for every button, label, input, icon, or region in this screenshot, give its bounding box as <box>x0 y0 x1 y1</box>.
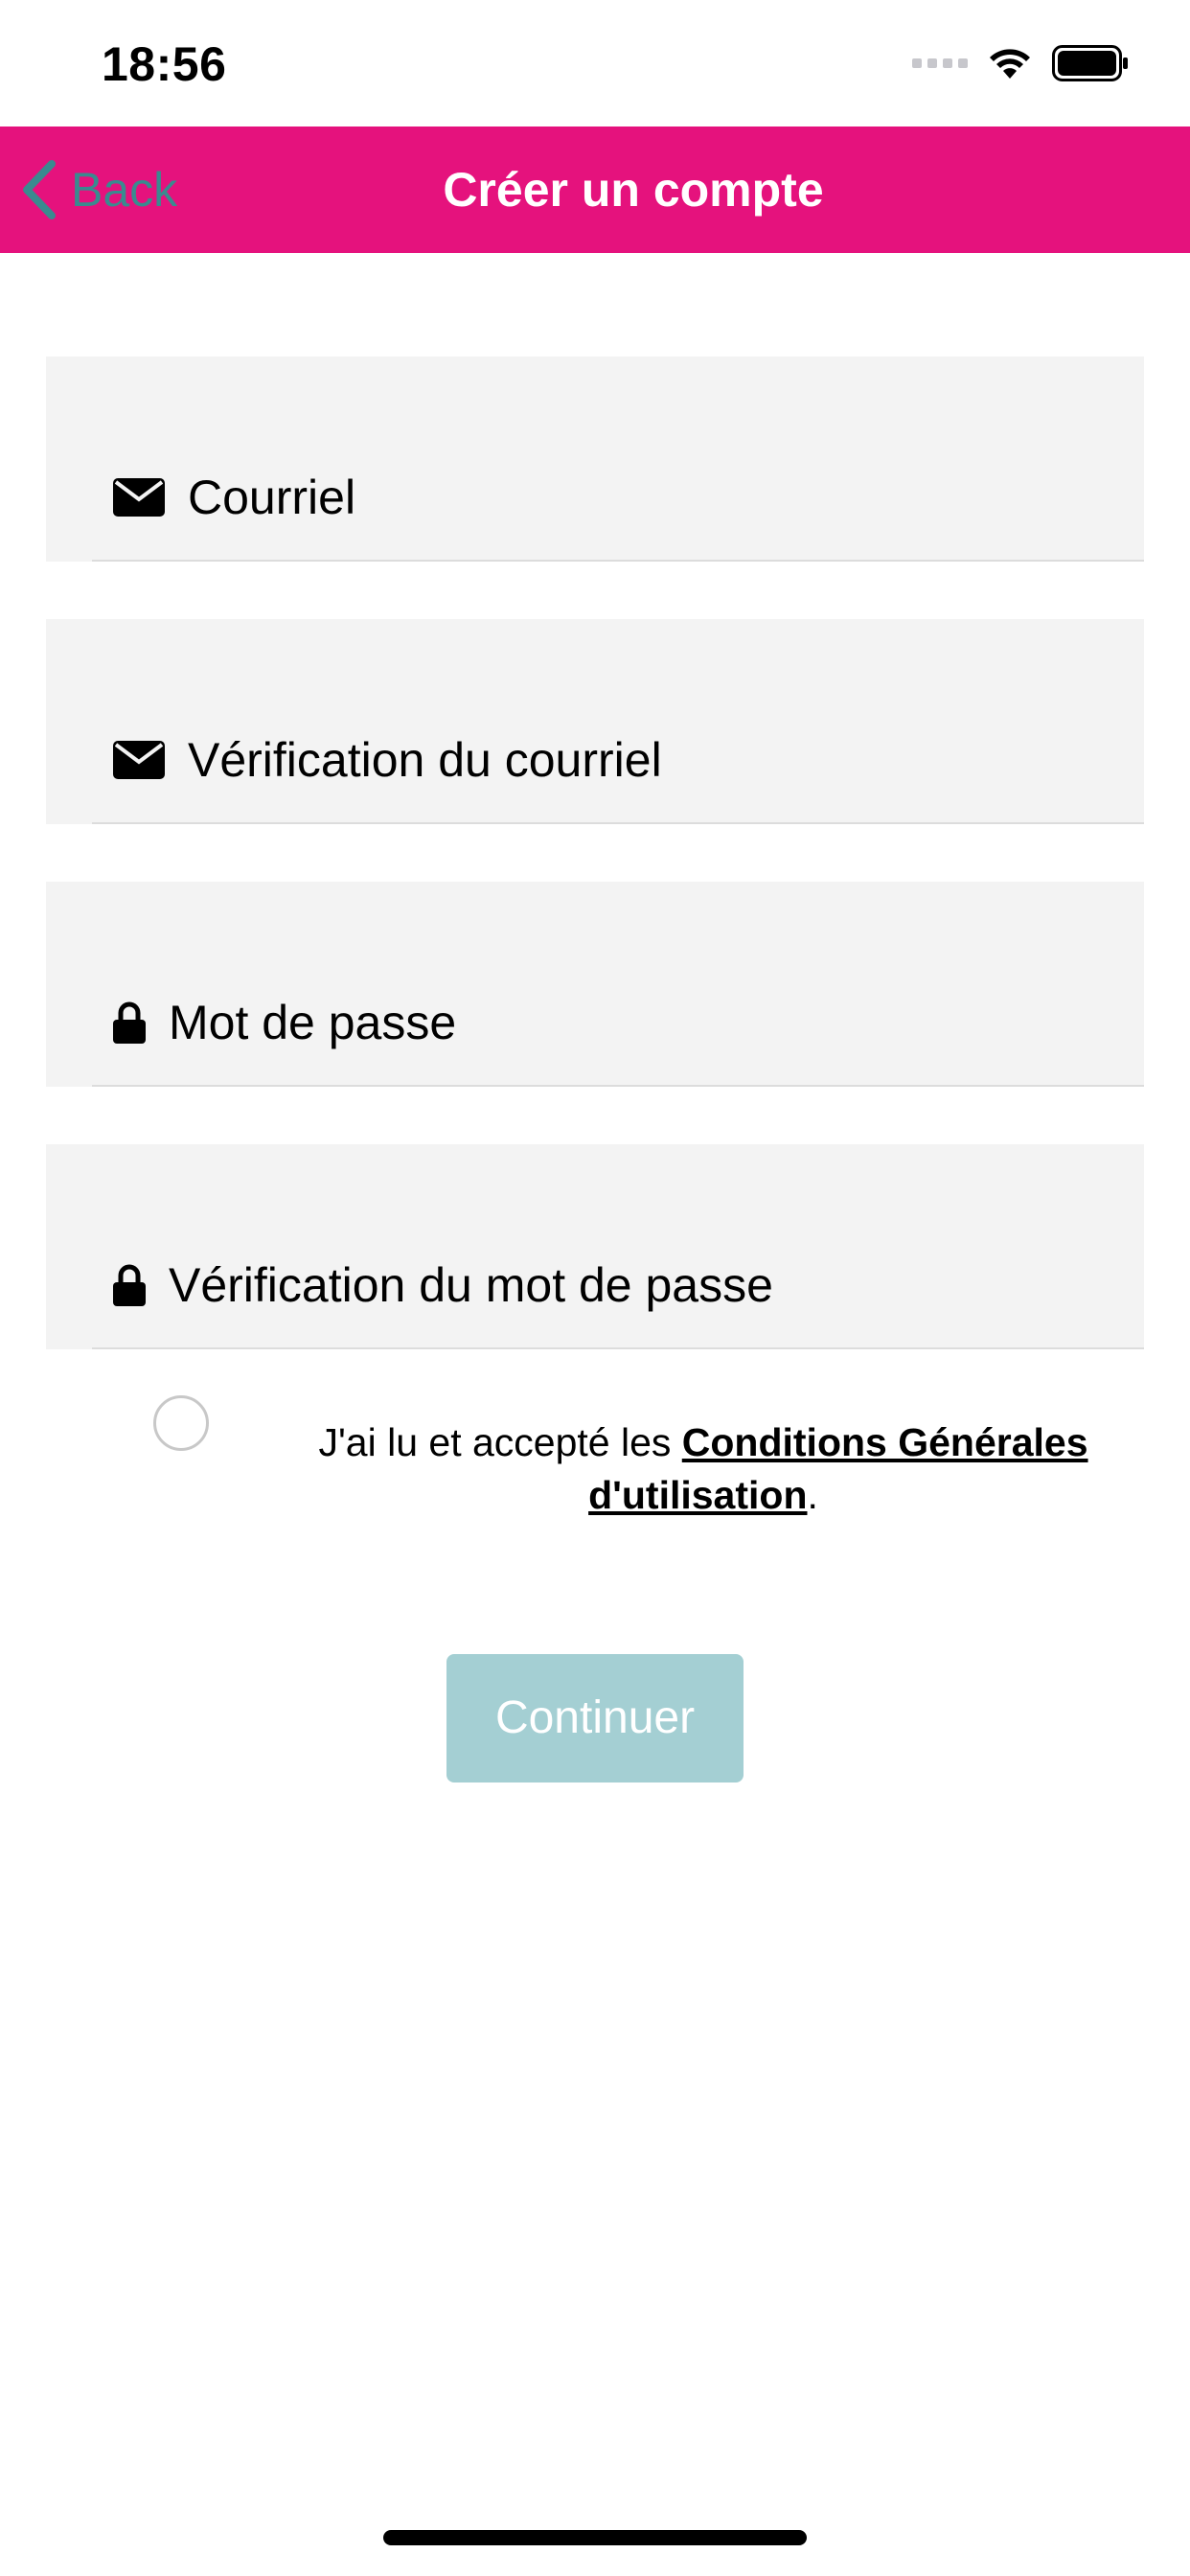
envelope-icon <box>113 741 165 779</box>
navigation-bar: Back Créer un compte <box>0 126 1190 253</box>
home-indicator <box>383 2530 807 2545</box>
email-placeholder: Courriel <box>188 471 356 524</box>
continue-button[interactable]: Continuer <box>446 1654 744 1782</box>
terms-checkbox[interactable] <box>153 1395 209 1451</box>
password-confirm-field[interactable]: Vérification du mot de passe <box>46 1144 1144 1349</box>
password-field-content: Mot de passe <box>113 989 456 1056</box>
status-bar: 18:56 <box>0 0 1190 126</box>
field-underline <box>92 1085 1144 1087</box>
cellular-signal-icon <box>912 58 968 68</box>
password-confirm-field-content: Vérification du mot de passe <box>113 1252 773 1319</box>
lock-icon <box>113 1264 146 1306</box>
password-confirm-placeholder: Vérification du mot de passe <box>169 1258 773 1312</box>
email-field-content: Courriel <box>113 464 355 531</box>
status-time: 18:56 <box>102 37 227 91</box>
terms-prefix: J'ai lu et accepté les <box>318 1420 682 1464</box>
wifi-icon <box>990 49 1030 79</box>
email-confirm-placeholder: Vérification du courriel <box>188 733 662 787</box>
terms-text: J'ai lu et accepté les Conditions Généra… <box>224 1416 1182 1522</box>
field-underline <box>92 822 1144 824</box>
terms-suffix: . <box>807 1473 818 1517</box>
email-confirm-field[interactable]: Vérification du courriel <box>46 619 1144 824</box>
lock-icon <box>113 1001 146 1044</box>
status-icons <box>912 42 1129 84</box>
field-underline <box>92 1347 1144 1349</box>
email-confirm-field-content: Vérification du courriel <box>113 726 662 794</box>
page-title: Créer un compte <box>443 163 824 217</box>
envelope-icon <box>113 478 165 517</box>
password-field[interactable]: Mot de passe <box>46 882 1144 1087</box>
battery-icon <box>1052 45 1128 81</box>
field-underline <box>92 560 1144 562</box>
email-field[interactable]: Courriel <box>46 356 1144 562</box>
password-placeholder: Mot de passe <box>169 996 457 1049</box>
